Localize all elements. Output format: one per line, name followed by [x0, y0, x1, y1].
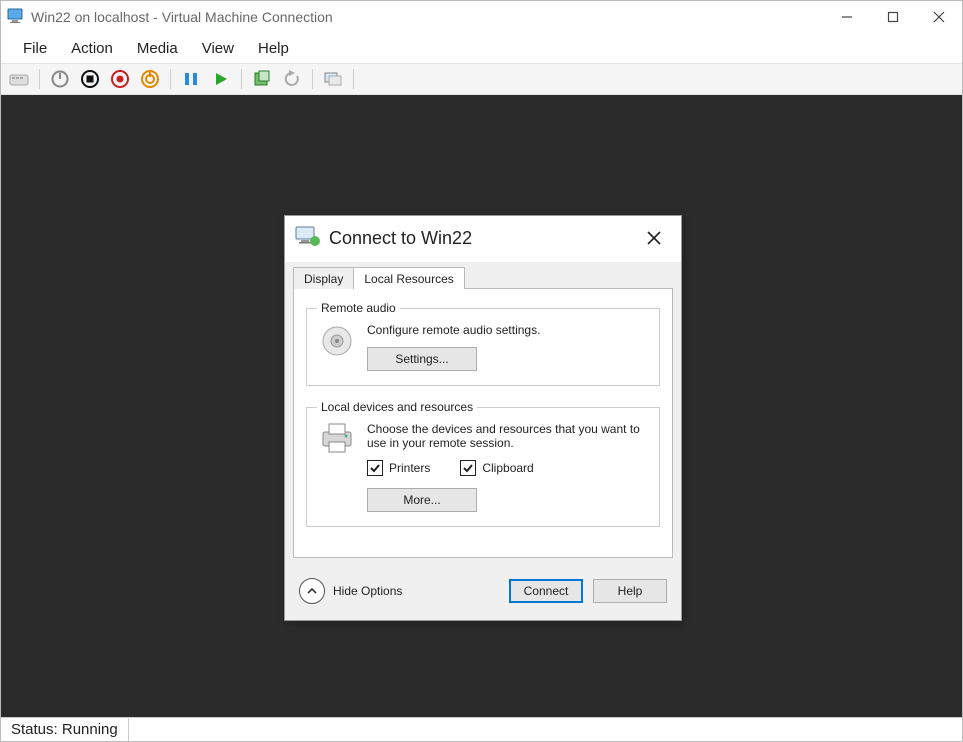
menubar: File Action Media View Help: [1, 33, 962, 63]
tab-local-resources[interactable]: Local Resources: [353, 267, 464, 289]
remote-audio-legend: Remote audio: [317, 301, 400, 315]
menu-file[interactable]: File: [11, 36, 59, 61]
dialog-header: Connect to Win22: [285, 216, 681, 260]
connect-button[interactable]: Connect: [509, 579, 583, 603]
menu-view[interactable]: View: [190, 36, 246, 61]
audio-settings-button[interactable]: Settings...: [367, 347, 477, 371]
separator: [170, 69, 171, 89]
checkpoint-button[interactable]: [250, 67, 274, 91]
enhanced-session-button[interactable]: [321, 67, 345, 91]
dialog-footer: Hide Options Connect Help: [285, 566, 681, 620]
clipboard-checkbox[interactable]: Clipboard: [460, 460, 533, 476]
clipboard-label: Clipboard: [482, 461, 533, 475]
printers-label: Printers: [389, 461, 430, 475]
close-button[interactable]: [916, 1, 962, 33]
tabstrip: Display Local Resources: [285, 262, 681, 288]
turn-off-button[interactable]: [48, 67, 72, 91]
save-button[interactable]: [108, 67, 132, 91]
menu-media[interactable]: Media: [125, 36, 190, 61]
tab-panel-local-resources: Remote audio Configure remote audio sett…: [293, 288, 673, 558]
local-devices-legend: Local devices and resources: [317, 400, 477, 414]
reset-button[interactable]: [138, 67, 162, 91]
monitor-icon: [7, 7, 25, 28]
printers-checkbox[interactable]: Printers: [367, 460, 430, 476]
status-text: Status: Running: [1, 718, 129, 741]
menu-help[interactable]: Help: [246, 36, 301, 61]
separator: [39, 69, 40, 89]
menu-action[interactable]: Action: [59, 36, 125, 61]
pause-button[interactable]: [179, 67, 203, 91]
ctrl-alt-del-button[interactable]: [7, 67, 31, 91]
app-window: Win22 on localhost - Virtual Machine Con…: [0, 0, 963, 742]
window-title: Win22 on localhost - Virtual Machine Con…: [31, 9, 333, 25]
more-button[interactable]: More...: [367, 488, 477, 512]
local-devices-desc: Choose the devices and resources that yo…: [367, 422, 649, 450]
monitor-connect-icon: [295, 224, 321, 253]
help-button[interactable]: Help: [593, 579, 667, 603]
tab-display[interactable]: Display: [293, 267, 354, 289]
titlebar: Win22 on localhost - Virtual Machine Con…: [1, 1, 962, 33]
separator: [312, 69, 313, 89]
connect-dialog: Connect to Win22 Display Local Resources…: [284, 215, 682, 621]
dialog-close-button[interactable]: [637, 221, 671, 255]
remote-audio-group: Remote audio Configure remote audio sett…: [306, 301, 660, 386]
hide-options-toggle[interactable]: Hide Options: [299, 578, 402, 604]
vm-display-area: Connect to Win22 Display Local Resources…: [1, 95, 962, 717]
revert-button[interactable]: [280, 67, 304, 91]
printer-icon: [317, 422, 357, 462]
toolbar: [1, 63, 962, 95]
hide-options-label: Hide Options: [333, 584, 402, 598]
chevron-up-icon: [299, 578, 325, 604]
speaker-icon: [317, 323, 357, 363]
remote-audio-desc: Configure remote audio settings.: [367, 323, 649, 337]
start-button[interactable]: [209, 67, 233, 91]
shut-down-button[interactable]: [78, 67, 102, 91]
dialog-title: Connect to Win22: [329, 228, 472, 249]
maximize-button[interactable]: [870, 1, 916, 33]
minimize-button[interactable]: [824, 1, 870, 33]
statusbar: Status: Running: [1, 717, 962, 741]
local-devices-group: Local devices and resources Choose the d…: [306, 400, 660, 527]
dialog-body: Display Local Resources Remote audio Con…: [285, 262, 681, 620]
separator: [241, 69, 242, 89]
separator: [353, 69, 354, 89]
